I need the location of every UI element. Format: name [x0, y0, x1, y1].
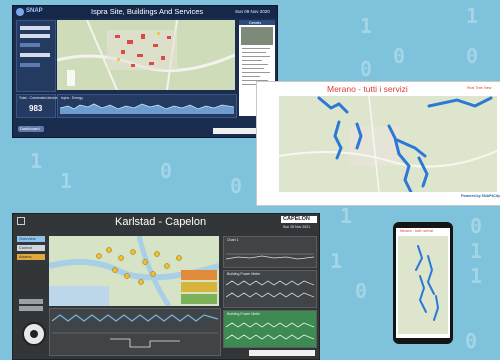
phone-screen: Merano - tutti i servizi: [396, 228, 450, 338]
snap-logo-icon: [16, 8, 24, 16]
binary-digit: 1: [60, 169, 73, 193]
info-line: [242, 48, 270, 49]
control-button-label: Control: [19, 245, 32, 250]
map-canvas: [57, 20, 235, 90]
gauge-center: [30, 330, 38, 338]
binary-digit: 1: [470, 264, 483, 288]
view-subtitle: Real Time View: [467, 86, 492, 90]
apply-button[interactable]: [20, 63, 40, 67]
capelon-logo-text: CAPELON: [283, 216, 310, 222]
binary-digit: 0: [393, 44, 406, 68]
info-line: [242, 68, 264, 69]
dashboard-button[interactable]: Dashboard: [18, 126, 44, 132]
binary-digit: 1: [330, 249, 343, 273]
chart-panel: Chart 1: [223, 236, 317, 268]
footer-brand-label: Powered by SNAP4City: [461, 194, 500, 198]
energy-chart: Ispra - Energy: [57, 94, 237, 118]
karlstad-dashboard-screen: Karlstad - Capelon CAPELON Sun 28 Nov 20…: [12, 213, 320, 360]
karlstad-map[interactable]: [49, 236, 219, 306]
chart-plot: [60, 103, 234, 114]
phone-device: Merano - tutti i servizi: [393, 222, 453, 344]
page-title: Ispra Site, Buildings And Services: [91, 7, 204, 16]
ok-tile[interactable]: [181, 294, 217, 304]
binary-digit: 0: [470, 214, 483, 238]
counter-widget: Total - Connected devices 983: [16, 94, 60, 118]
overview-button-label: Overview: [19, 236, 36, 241]
binary-digit: 0: [360, 57, 373, 81]
control-button[interactable]: Control: [17, 245, 45, 251]
zoom-out-button[interactable]: [19, 306, 43, 311]
binary-digit: 1: [340, 204, 353, 228]
alert-tile[interactable]: [181, 270, 217, 280]
brand-label: SNAP: [26, 8, 43, 14]
merano-map[interactable]: [279, 96, 497, 192]
binary-digit: 1: [360, 14, 373, 38]
binary-digit: 1: [30, 149, 43, 173]
header-bar: SNAP Ispra Site, Buildings And Services …: [13, 6, 277, 18]
map-canvas: [398, 236, 448, 334]
menu-icon[interactable]: [17, 217, 25, 225]
filter-select[interactable]: [20, 26, 50, 30]
alarms-button[interactable]: Alarms: [17, 254, 45, 260]
info-panel-header: Details: [239, 20, 275, 25]
page-title: Karlstad - Capelon: [115, 216, 207, 228]
chart-plot: [226, 280, 314, 298]
gauge-icon: [22, 322, 46, 346]
counter-label: Total - Connected devices: [19, 96, 60, 100]
date-label: Sun 28 Nov 2021: [283, 225, 311, 229]
info-line: [242, 52, 266, 53]
timeseries-panel: [49, 308, 221, 356]
binary-digit: 0: [355, 279, 368, 303]
timeseries-plot: [51, 314, 219, 348]
phone-map[interactable]: [398, 236, 448, 334]
capelon-logo: CAPELON: [281, 216, 317, 223]
info-line: [242, 56, 270, 57]
chart-title: Building Power Meter: [227, 312, 261, 316]
info-line: [242, 76, 260, 77]
binary-digit: 1: [470, 239, 483, 263]
filter-select[interactable]: [20, 34, 50, 38]
map-canvas: [279, 96, 497, 192]
partner-logos: [249, 350, 315, 356]
binary-digit: 1: [466, 4, 479, 28]
chart-panel: Building Power Meter: [223, 270, 317, 308]
chart-plot: [226, 322, 314, 340]
chart-panel: Building Power Meter: [223, 310, 317, 348]
alarms-button-label: Alarms: [19, 254, 32, 259]
ispra-dashboard-screen: SNAP Ispra Site, Buildings And Services …: [12, 5, 278, 138]
warning-tile[interactable]: [181, 282, 217, 292]
map-legend: [67, 70, 75, 86]
info-panel-title: Details: [249, 20, 262, 25]
binary-digit: 0: [160, 159, 173, 183]
zoom-in-button[interactable]: [19, 299, 43, 304]
ispra-map[interactable]: [57, 20, 235, 90]
controls-panel: [16, 20, 56, 92]
overview-button[interactable]: Overview: [17, 236, 45, 242]
chart-title: Building Power Meter: [227, 272, 261, 276]
apply-button[interactable]: [20, 43, 40, 47]
page-title: Merano - tutti i servizi: [327, 84, 408, 94]
dashboard-button-label: Dashboard: [20, 126, 40, 131]
info-line: [242, 72, 270, 73]
chart-title: Chart 1: [227, 238, 239, 242]
date-label: Sun 09 Nov 2020: [235, 9, 270, 14]
binary-digit: 0: [465, 329, 478, 353]
building-photo: [241, 27, 273, 45]
merano-dashboard-screen: Merano - tutti i servizi Real Time View …: [256, 81, 500, 206]
binary-digit: 0: [230, 174, 243, 198]
counter-value: 983: [29, 104, 43, 113]
binary-digit: 0: [466, 44, 479, 68]
info-line: [242, 60, 262, 61]
footer-brand: Powered by SNAP4City: [427, 194, 500, 203]
chart-plot: [226, 253, 314, 260]
filter-select[interactable]: [20, 53, 50, 57]
info-line: [242, 64, 268, 65]
page-title: Merano - tutti i servizi: [400, 229, 434, 233]
